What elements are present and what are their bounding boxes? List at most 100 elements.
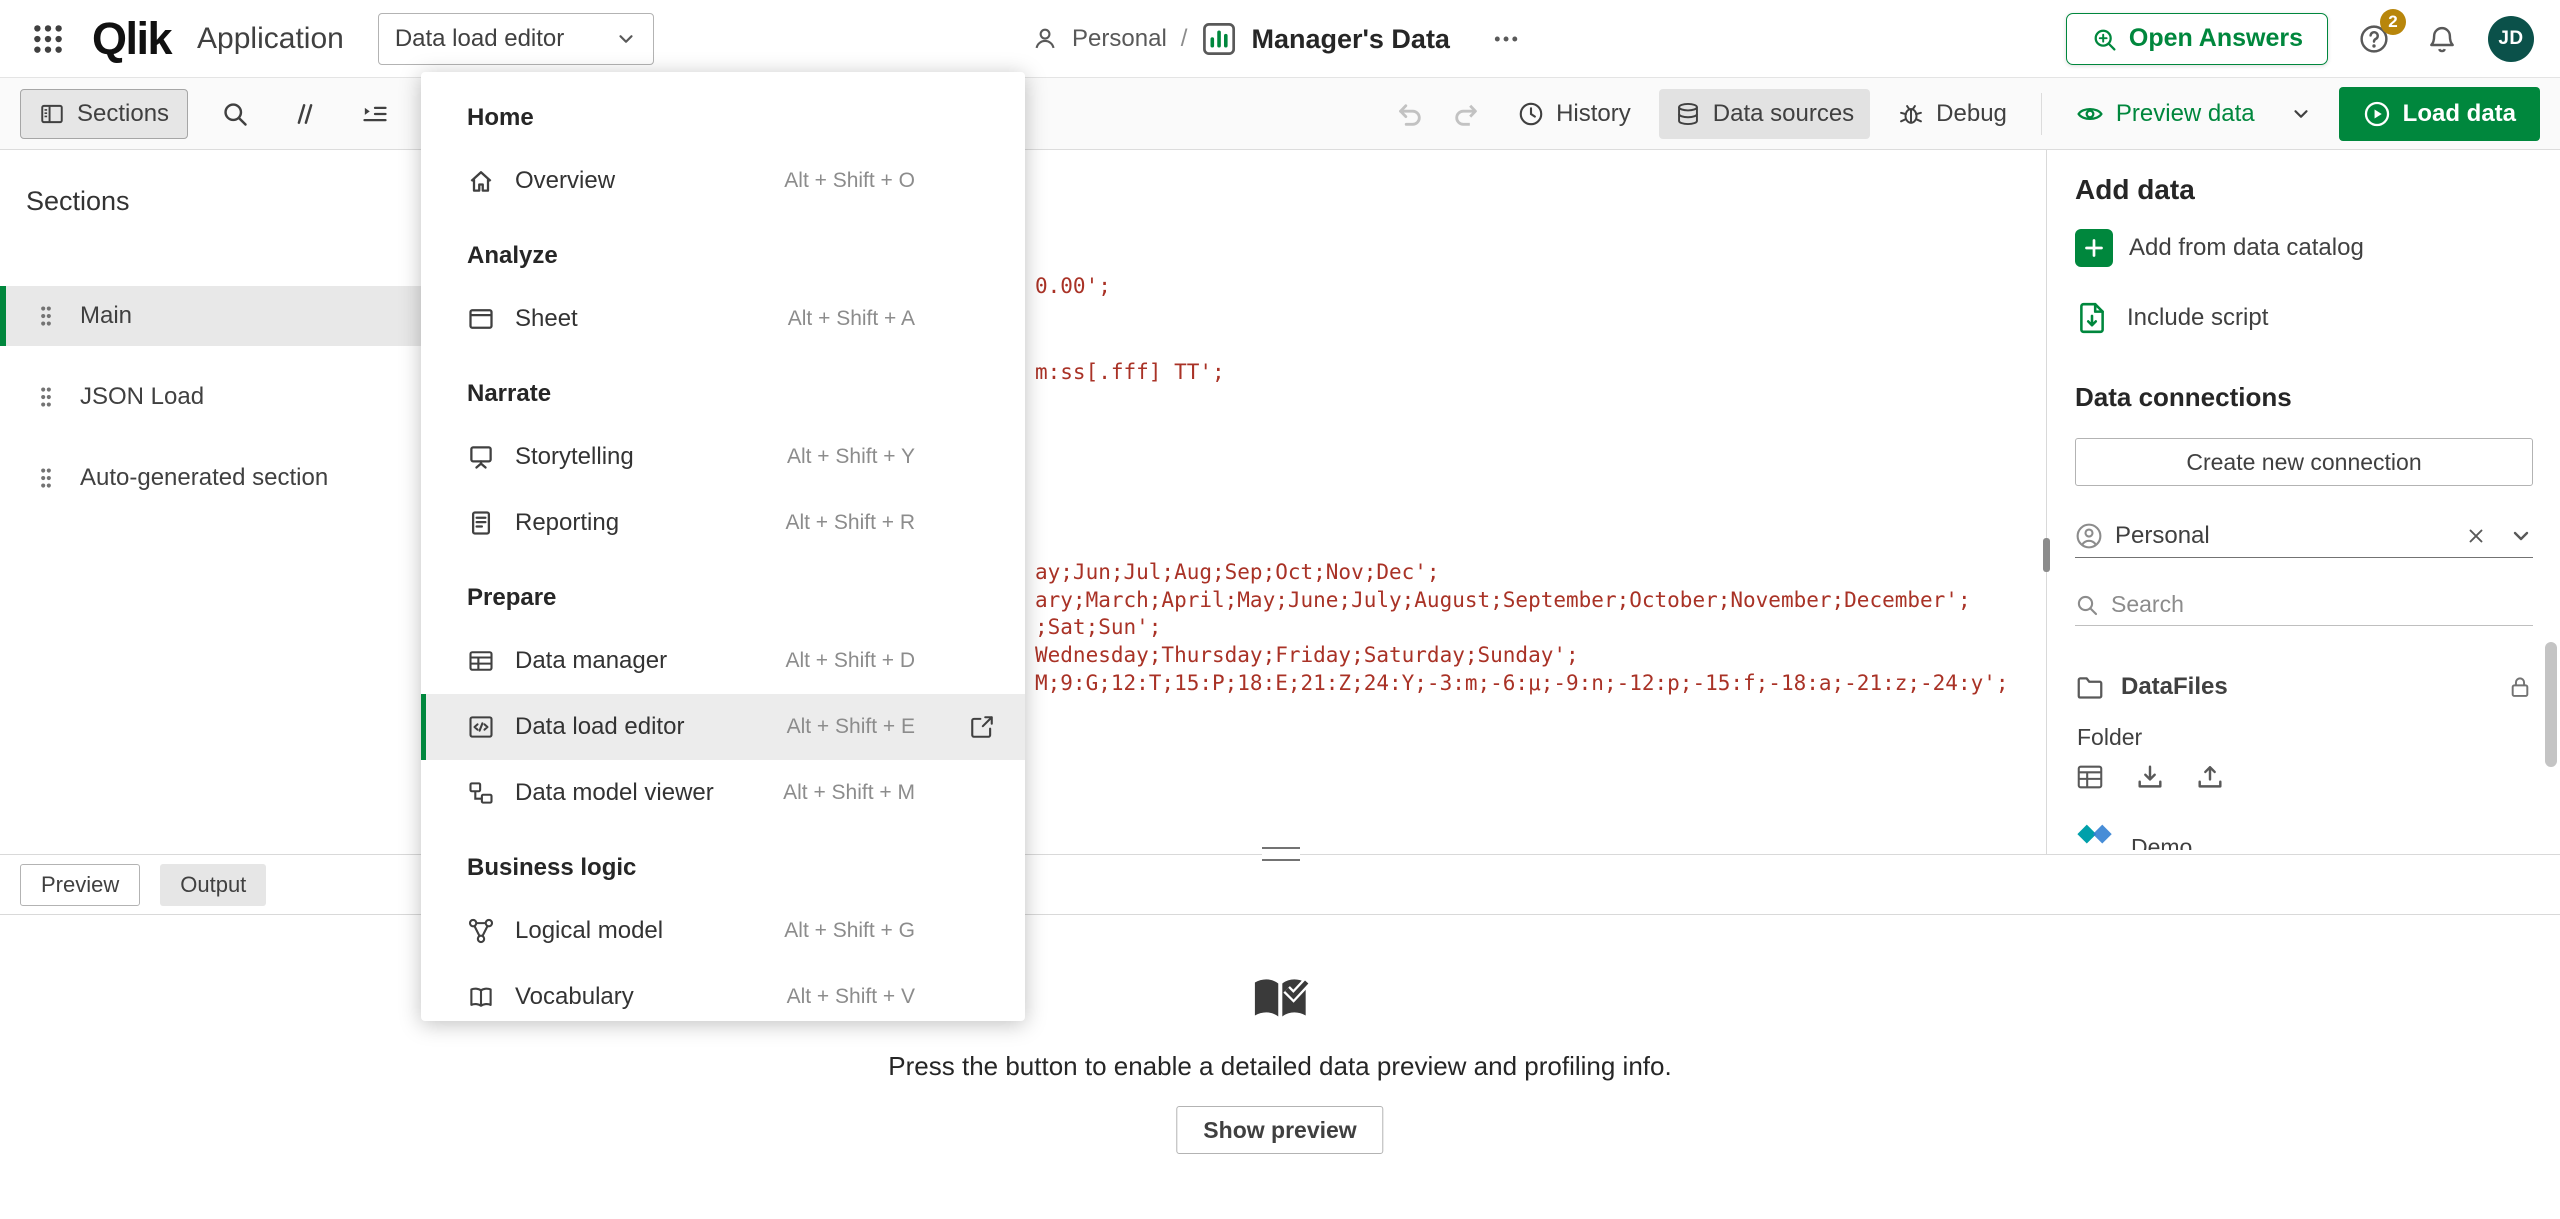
toolbar-divider <box>2041 93 2042 135</box>
code-line[interactable]: M;9:G;12:T;15:P;18:E;21:Z;24:Y;-3:m;-6:μ… <box>1035 671 2009 695</box>
import-data-button[interactable] <box>2135 762 2165 795</box>
menu-item-vocabulary[interactable]: Vocabulary Alt + Shift + V <box>421 964 1025 1030</box>
section-label: Main <box>80 302 132 330</box>
data-sources-icon <box>1675 101 1701 127</box>
space-filter-select[interactable]: Personal <box>2075 514 2533 558</box>
menu-item-data-manager[interactable]: Data manager Alt + Shift + D <box>421 628 1025 694</box>
undo-button[interactable] <box>1386 91 1432 137</box>
debug-button[interactable]: Debug <box>1882 89 2023 139</box>
tab-preview[interactable]: Preview <box>20 864 140 906</box>
toggle-comment-button[interactable] <box>282 91 328 137</box>
history-button[interactable]: History <box>1502 89 1647 139</box>
menu-item-data-model-viewer[interactable]: Data model viewer Alt + Shift + M <box>421 760 1025 826</box>
include-script-icon <box>2075 301 2109 335</box>
show-preview-button[interactable]: Show preview <box>1176 1106 1383 1154</box>
data-model-icon <box>467 779 495 807</box>
user-avatar[interactable]: JD <box>2488 16 2534 62</box>
load-data-button[interactable]: Load data <box>2339 87 2540 141</box>
menu-item-label: Data manager <box>515 647 765 675</box>
menu-item-shortcut: Alt + Shift + Y <box>787 445 915 469</box>
search-button[interactable] <box>212 91 258 137</box>
help-button-wrap: 2 <box>2352 17 2396 61</box>
drag-handle-icon[interactable] <box>38 382 54 412</box>
app-title: Application <box>197 22 344 56</box>
tab-output[interactable]: Output <box>160 864 266 906</box>
pane-resize-handle[interactable] <box>1262 847 1300 861</box>
space-filter-value: Personal <box>2115 522 2453 550</box>
data-connection-clipped[interactable]: Demo <box>2075 818 2533 850</box>
ellipsis-icon <box>1492 25 1520 53</box>
menu-item-logical-model[interactable]: Logical model Alt + Shift + G <box>421 898 1025 964</box>
connections-search-input[interactable] <box>2111 591 2533 618</box>
select-data-button[interactable] <box>2075 762 2105 795</box>
connections-search[interactable] <box>2075 584 2533 626</box>
panel-resize-handle[interactable] <box>2043 538 2050 572</box>
upload-file-button[interactable] <box>2195 762 2225 795</box>
notifications-button[interactable] <box>2420 17 2464 61</box>
redo-button[interactable] <box>1444 91 1490 137</box>
search-icon <box>2075 593 2099 617</box>
code-line[interactable]: ay;Jun;Jul;Aug;Sep;Oct;Nov;Dec'; <box>1035 560 1440 584</box>
top-bar: Qlik Application Data load editor Person… <box>0 0 2560 78</box>
qlik-logo: Qlik <box>92 13 171 65</box>
code-line[interactable]: ;Sat;Sun'; <box>1035 615 1161 639</box>
section-item-json-load[interactable]: JSON Load <box>0 367 423 427</box>
preview-book-check-icon <box>1247 971 1313 1027</box>
app-options-button[interactable] <box>1484 17 1528 61</box>
menu-item-shortcut: Alt + Shift + V <box>787 985 915 1009</box>
preview-data-button[interactable]: Preview data <box>2060 89 2271 139</box>
sections-panel-icon <box>39 101 65 127</box>
menu-group-header: Analyze <box>421 214 1025 286</box>
topbar-actions: Open Answers 2 JD <box>2066 13 2534 65</box>
connection-actions <box>2075 760 2225 796</box>
code-line[interactable]: ary;March;April;May;June;July;August;Sep… <box>1035 588 1971 612</box>
data-sources-button[interactable]: Data sources <box>1659 89 1870 139</box>
preview-empty-message: Press the button to enable a detailed da… <box>888 1051 1671 1082</box>
menu-item-reporting[interactable]: Reporting Alt + Shift + R <box>421 490 1025 556</box>
preview-data-menu-button[interactable] <box>2283 91 2319 137</box>
breadcrumb-separator: / <box>1181 25 1188 53</box>
connection-name: Demo <box>2131 834 2192 850</box>
menu-item-shortcut: Alt + Shift + D <box>785 649 915 673</box>
sections-toggle-button[interactable]: Sections <box>20 89 188 139</box>
toolbar-right-actions: History Data sources Debug Preview data … <box>1386 87 2540 141</box>
indent-button[interactable] <box>352 91 398 137</box>
code-line[interactable]: Wednesday;Thursday;Friday;Saturday;Sunda… <box>1035 643 1579 667</box>
view-selector[interactable]: Data load editor <box>378 13 654 65</box>
sections-list: Main JSON Load Auto-generated section <box>0 286 423 529</box>
answers-search-icon <box>2091 26 2117 52</box>
menu-item-overview[interactable]: Overview Alt + Shift + O <box>421 148 1025 214</box>
menu-item-sheet[interactable]: Sheet Alt + Shift + A <box>421 286 1025 352</box>
add-data-panel: Add data Add from data catalog Include s… <box>2046 150 2560 854</box>
app-launcher-button[interactable] <box>26 17 70 61</box>
menu-item-data-load-editor[interactable]: Data load editor Alt + Shift + E <box>421 694 1025 760</box>
breadcrumb-space[interactable]: Personal <box>1072 25 1167 53</box>
data-connection-datafiles[interactable]: DataFiles <box>2075 662 2533 712</box>
menu-item-shortcut: Alt + Shift + O <box>784 169 915 193</box>
include-script-button[interactable]: Include script <box>2075 298 2268 338</box>
panel-scrollbar[interactable] <box>2545 642 2557 767</box>
select-data-icon <box>2075 762 2105 792</box>
clear-filter-icon[interactable] <box>2465 525 2487 547</box>
add-from-catalog-button[interactable]: Add from data catalog <box>2075 226 2364 270</box>
open-in-new-tab-button[interactable] <box>965 710 999 744</box>
upload-file-icon <box>2195 762 2225 792</box>
code-line[interactable]: 0.00'; <box>1035 274 1111 298</box>
menu-item-storytelling[interactable]: Storytelling Alt + Shift + Y <box>421 424 1025 490</box>
open-answers-button[interactable]: Open Answers <box>2066 13 2328 65</box>
section-label: Auto-generated section <box>80 464 328 492</box>
load-data-label: Load data <box>2403 100 2516 128</box>
preview-data-label: Preview data <box>2116 100 2255 128</box>
chevron-down-icon[interactable] <box>2509 524 2533 548</box>
section-item-auto-generated[interactable]: Auto-generated section <box>0 448 423 508</box>
drag-handle-icon[interactable] <box>38 463 54 493</box>
bell-icon <box>2427 24 2457 54</box>
breadcrumb-app-name[interactable]: Manager's Data <box>1251 24 1450 55</box>
add-from-catalog-label: Add from data catalog <box>2129 234 2364 262</box>
connection-name: DataFiles <box>2121 673 2491 701</box>
section-item-main[interactable]: Main <box>0 286 423 346</box>
create-new-connection-button[interactable]: Create new connection <box>2075 438 2533 486</box>
drag-handle-icon[interactable] <box>38 301 54 331</box>
search-icon <box>221 100 249 128</box>
code-line[interactable]: m:ss[.fff] TT'; <box>1035 360 1225 384</box>
